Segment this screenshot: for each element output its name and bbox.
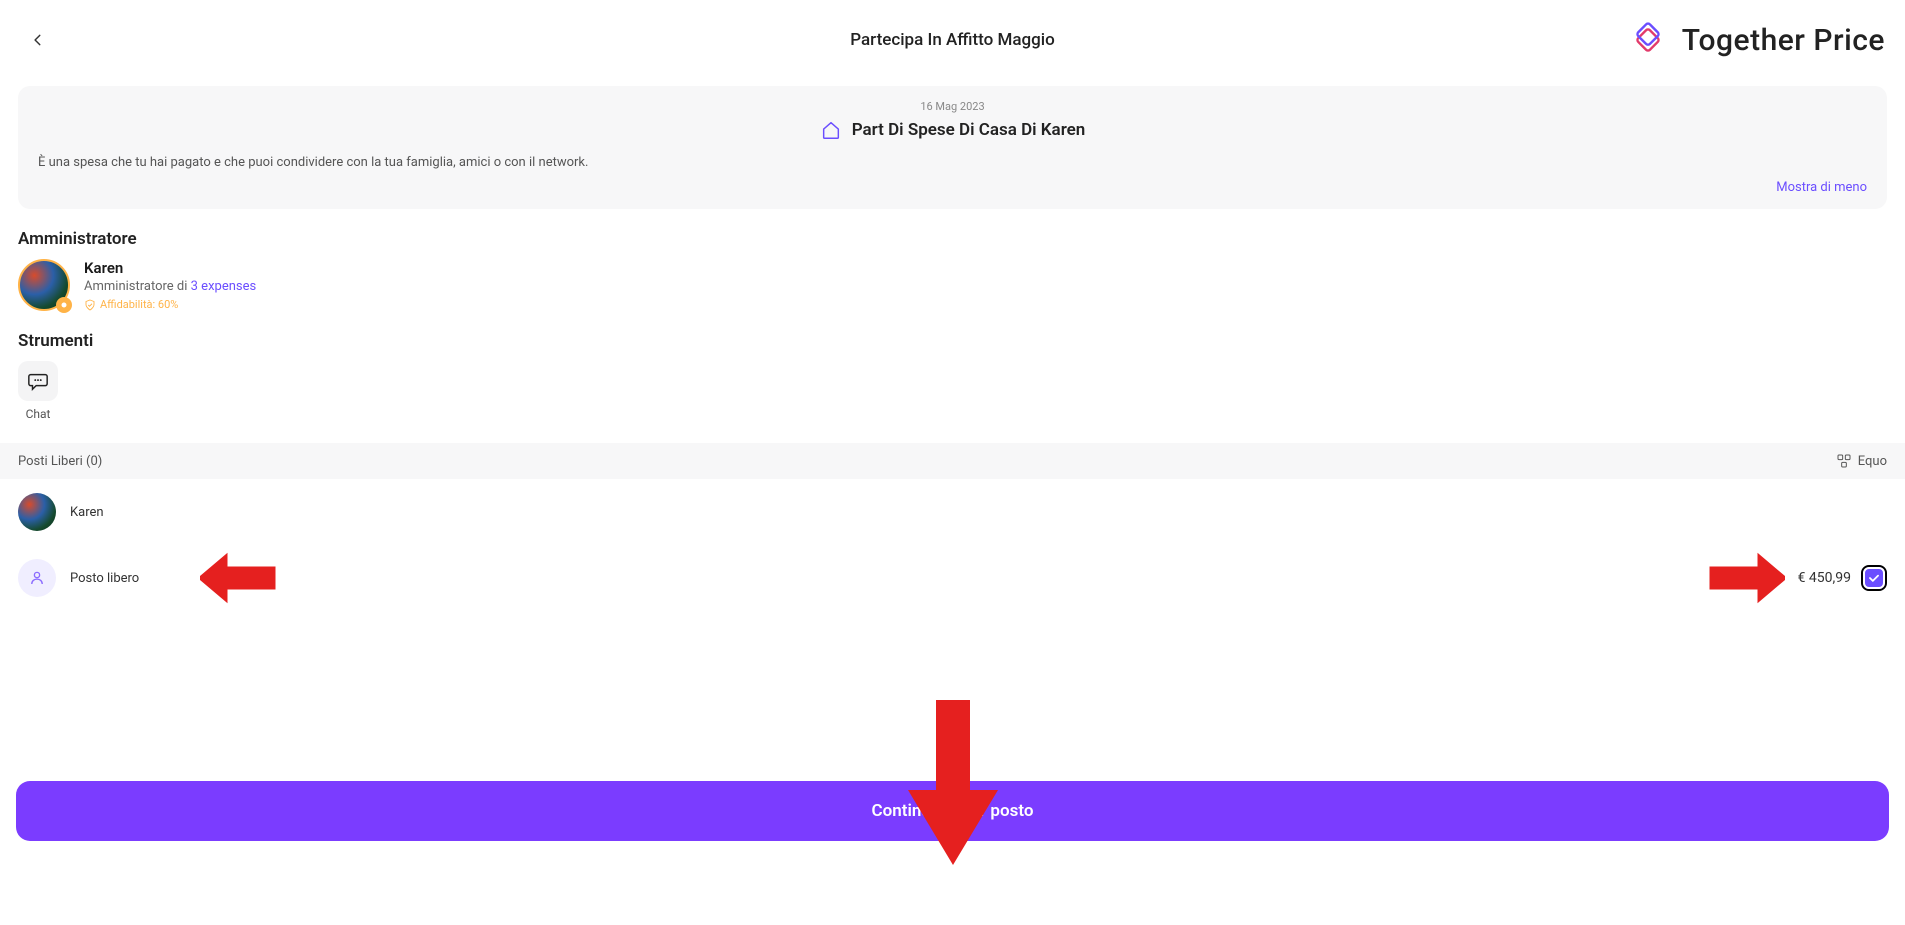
seat-row-karen: Karen: [0, 479, 1905, 545]
seat-row-free[interactable]: Posto libero € 450,99: [0, 545, 1905, 611]
admin-trust: Affidabilità: 60%: [84, 298, 256, 311]
admin-subtitle: Amministratore di 3 expenses: [84, 279, 256, 294]
annotation-arrow-right: [1705, 550, 1785, 606]
tool-chat: Chat: [18, 361, 58, 421]
admin-trust-label: Affidabilità: 60%: [100, 298, 178, 311]
page-title: Partecipa In Affitto Maggio: [850, 30, 1055, 50]
home-icon: [820, 119, 842, 141]
person-icon: [28, 569, 46, 587]
avatar[interactable]: [18, 493, 56, 531]
chat-icon: [27, 370, 49, 392]
brand-logo-icon: [1626, 18, 1670, 62]
admin-expenses-link[interactable]: 3 expenses: [191, 279, 257, 294]
tools-heading: Strumenti: [18, 331, 1887, 351]
chat-label: Chat: [26, 407, 51, 421]
info-description: È una spesa che tu hai pagato e che puoi…: [38, 155, 1867, 170]
shield-check-icon: [84, 299, 96, 311]
brand-logo[interactable]: Together Price: [1626, 18, 1885, 62]
distribution-label: Equo: [1858, 454, 1887, 469]
check-icon: [1867, 571, 1881, 585]
info-title: Part Di Spese Di Casa Di Karen: [852, 120, 1086, 140]
admin-subtitle-prefix: Amministratore di: [84, 279, 191, 294]
admin-avatar[interactable]: [18, 259, 70, 311]
chevron-left-icon: [31, 33, 45, 47]
admin-name: Karen: [84, 259, 256, 277]
show-less-link[interactable]: Mostra di meno: [38, 180, 1867, 195]
brand-logo-text: Together Price: [1682, 23, 1885, 58]
header-bar: Partecipa In Affitto Maggio Together Pri…: [0, 0, 1905, 76]
chat-button[interactable]: [18, 361, 58, 401]
info-date: 16 Mag 2023: [38, 100, 1867, 113]
back-button[interactable]: [28, 30, 48, 50]
seats-count-label: Posti Liberi (0): [18, 454, 102, 469]
seat-name: Posto libero: [70, 571, 139, 586]
distribution-icon: [1836, 453, 1852, 469]
admin-heading: Amministratore: [18, 229, 1887, 249]
seat-checkbox[interactable]: [1861, 565, 1887, 591]
tools-row: Chat: [18, 361, 1887, 421]
avatar-empty: [18, 559, 56, 597]
admin-row: Karen Amministratore di 3 expenses Affid…: [18, 259, 1887, 311]
annotation-arrow-down: [908, 700, 998, 870]
distribution-toggle[interactable]: Equo: [1836, 453, 1887, 469]
info-card: 16 Mag 2023 Part Di Spese Di Casa Di Kar…: [18, 86, 1887, 209]
admin-badge-icon: [56, 297, 72, 313]
seat-name: Karen: [70, 505, 104, 520]
seat-price: € 450,99: [1798, 570, 1851, 586]
annotation-arrow-left: [200, 550, 280, 606]
info-title-row: Part Di Spese Di Casa Di Karen: [38, 119, 1867, 141]
seats-header: Posti Liberi (0) Equo: [0, 443, 1905, 479]
